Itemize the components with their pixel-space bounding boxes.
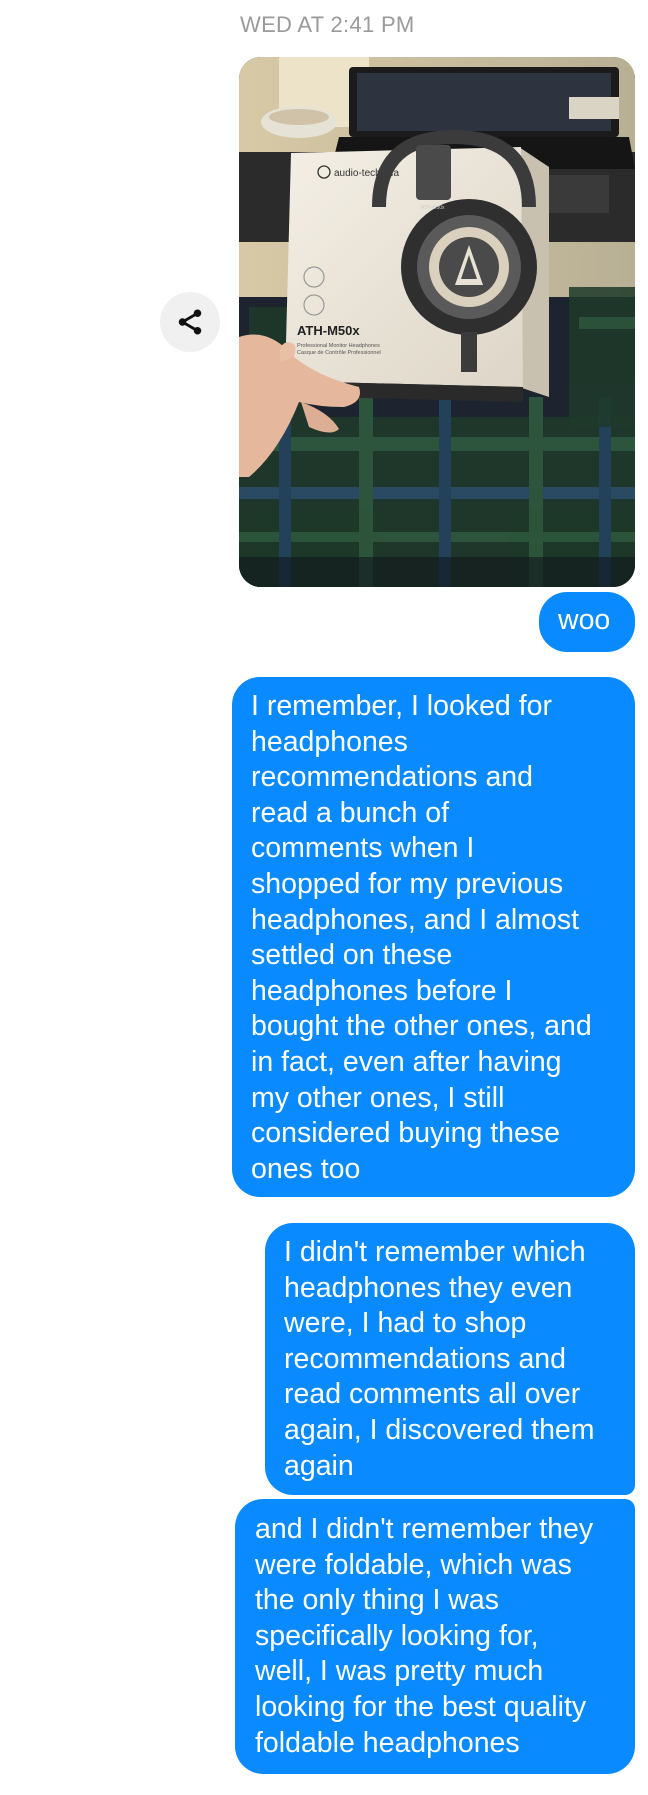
- message-text: in fact, even after having: [251, 1045, 562, 1078]
- message-text: shopped for my previous: [251, 867, 564, 900]
- message-timestamp: WED AT 2:41 PM: [240, 12, 415, 37]
- box-spine-text: ATH-M50x: [421, 205, 445, 211]
- message-text: headphones they even: [284, 1271, 573, 1304]
- message-text: the only thing I was: [255, 1584, 499, 1617]
- message-text: looking for the best quality: [255, 1690, 587, 1723]
- message-text: were, I had to shop: [284, 1307, 527, 1340]
- message-text: well, I was pretty much: [255, 1655, 544, 1688]
- message-text: I didn't remember which: [284, 1236, 586, 1268]
- message-text: foldable headphones: [255, 1726, 520, 1759]
- message-text: woo: [558, 604, 611, 636]
- box-model-text: ATH-M50x: [297, 323, 360, 338]
- shared-photo[interactable]: audio-technica ATH-M50x Professional Mon…: [239, 57, 635, 587]
- message-text: I remember, I looked for: [251, 690, 552, 722]
- box-fine-print: Casque de Contrôle Professionnel: [297, 350, 381, 356]
- message-text: headphones, and I almost: [251, 903, 579, 936]
- share-icon: [178, 309, 202, 335]
- message-text: headphones: [251, 725, 408, 758]
- box-fine-print: Professional Monitor Headphones: [297, 343, 380, 349]
- message-text: recommendations and: [251, 761, 533, 794]
- message-bubble[interactable]: woo: [539, 592, 635, 652]
- message-text: specifically looking for,: [255, 1619, 539, 1652]
- message-bubble[interactable]: and I didn't remember they were foldable…: [235, 1499, 635, 1774]
- message-text: considered buying these: [251, 1117, 560, 1150]
- message-text: comments when I: [251, 832, 475, 865]
- message-text: settled on these: [251, 939, 453, 972]
- message-text: again, I discovered them: [284, 1413, 595, 1446]
- message-text: and I didn't remember they: [255, 1513, 594, 1545]
- headphone-box-photo: audio-technica ATH-M50x Professional Mon…: [239, 57, 635, 587]
- message-text: bought the other ones, and: [251, 1010, 592, 1043]
- message-text: were foldable, which was: [255, 1548, 572, 1581]
- message-bubble[interactable]: I didn't remember which headphones they …: [265, 1223, 635, 1495]
- message-text: headphones before I: [251, 974, 513, 1007]
- share-button[interactable]: [160, 292, 220, 352]
- message-text: read comments all over: [284, 1378, 581, 1411]
- message-text: my other ones, I still: [251, 1081, 505, 1114]
- message-text: read a bunch of: [251, 796, 450, 829]
- message-text: again: [284, 1449, 354, 1482]
- message-bubble[interactable]: I remember, I looked for headphones reco…: [232, 677, 635, 1197]
- message-text: ones too: [251, 1152, 361, 1185]
- message-text: recommendations and: [284, 1342, 566, 1375]
